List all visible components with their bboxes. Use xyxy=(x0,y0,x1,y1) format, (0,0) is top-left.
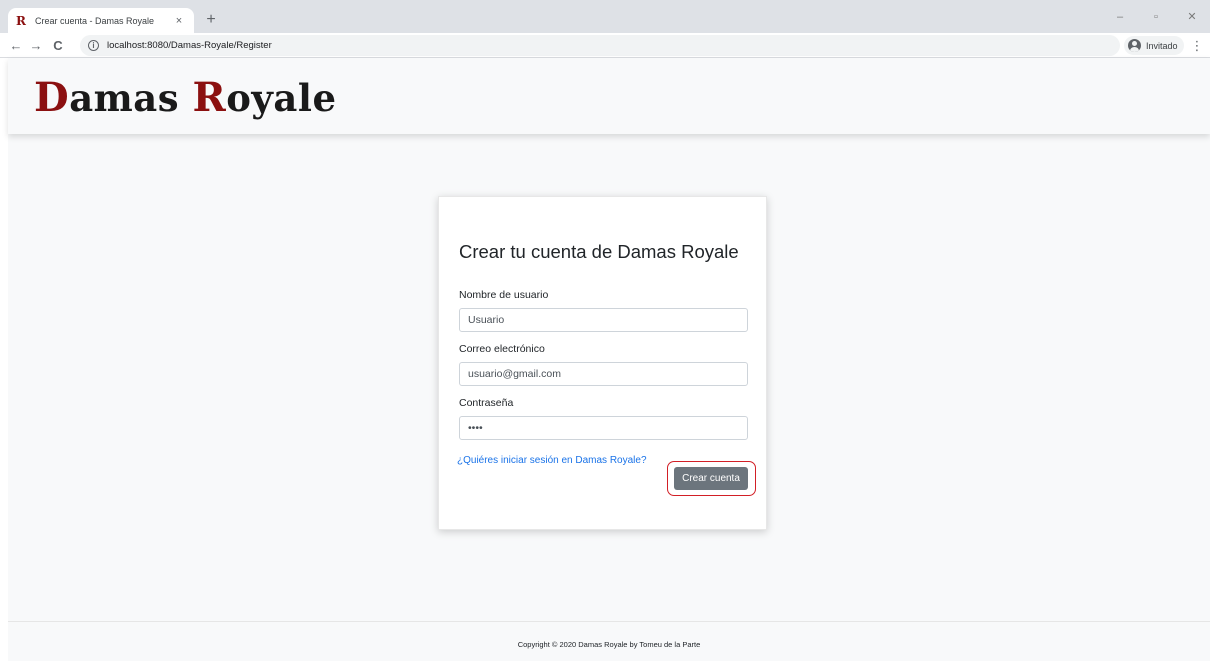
minimize-icon[interactable]: – xyxy=(1102,11,1138,23)
form-title: Crear tu cuenta de Damas Royale xyxy=(459,241,739,262)
login-link[interactable]: ¿Quiéres iniciar sesión en Damas Royale? xyxy=(457,455,647,466)
profile-button[interactable]: Invitado xyxy=(1124,36,1184,55)
browser-tab[interactable]: R Crear cuenta - Damas Royale × xyxy=(8,8,194,33)
page-body: Damas Royale Crear tu cuenta de Damas Ro… xyxy=(8,58,1210,661)
username-input[interactable] xyxy=(459,308,748,332)
footer-divider xyxy=(8,621,1210,622)
restore-icon[interactable]: ▫ xyxy=(1138,11,1174,23)
forward-arrow-icon[interactable]: → xyxy=(26,33,46,58)
window-controls: – ▫ ✕ xyxy=(1102,0,1210,33)
footer-copyright: Copyright © 2020 Damas Royale by Tomeu d… xyxy=(517,640,701,649)
create-account-button[interactable]: Crear cuenta xyxy=(674,467,748,490)
browser-tab-bar: R Crear cuenta - Damas Royale × + – ▫ ✕ xyxy=(0,0,1210,33)
url-text[interactable]: localhost:8080/Damas-Royale/Register xyxy=(107,40,272,51)
address-bar[interactable]: i localhost:8080/Damas-Royale/Register xyxy=(80,35,1120,56)
browser-menu-icon[interactable]: ⋮ xyxy=(1190,33,1204,58)
logo-initial-d: D xyxy=(34,74,70,121)
reload-icon[interactable]: C xyxy=(48,33,68,58)
info-icon[interactable]: i xyxy=(88,40,99,51)
password-label: Contraseña xyxy=(459,397,514,409)
site-header: Damas Royale xyxy=(8,58,1210,134)
email-label: Correo electrónico xyxy=(459,343,545,355)
window-close-icon[interactable]: ✕ xyxy=(1174,10,1210,23)
register-card: Crear tu cuenta de Damas Royale Nombre d… xyxy=(438,196,767,530)
favicon-icon: R xyxy=(16,13,26,28)
site-logo[interactable]: Damas Royale xyxy=(34,74,337,121)
username-label: Nombre de usuario xyxy=(459,289,549,301)
profile-icon xyxy=(1128,39,1141,52)
back-arrow-icon[interactable]: ← xyxy=(6,33,26,58)
tab-title: Crear cuenta - Damas Royale xyxy=(35,15,155,26)
logo-text-oyale: oyale xyxy=(226,76,337,120)
logo-text-amas: amas xyxy=(69,76,193,120)
logo-initial-r: R xyxy=(192,74,227,121)
profile-label: Invitado xyxy=(1146,40,1178,51)
email-input[interactable] xyxy=(459,362,748,386)
password-input[interactable] xyxy=(459,416,748,440)
new-tab-button[interactable]: + xyxy=(201,10,221,30)
close-tab-icon[interactable]: × xyxy=(172,15,186,27)
browser-toolbar: ← → C i localhost:8080/Damas-Royale/Regi… xyxy=(0,33,1210,58)
